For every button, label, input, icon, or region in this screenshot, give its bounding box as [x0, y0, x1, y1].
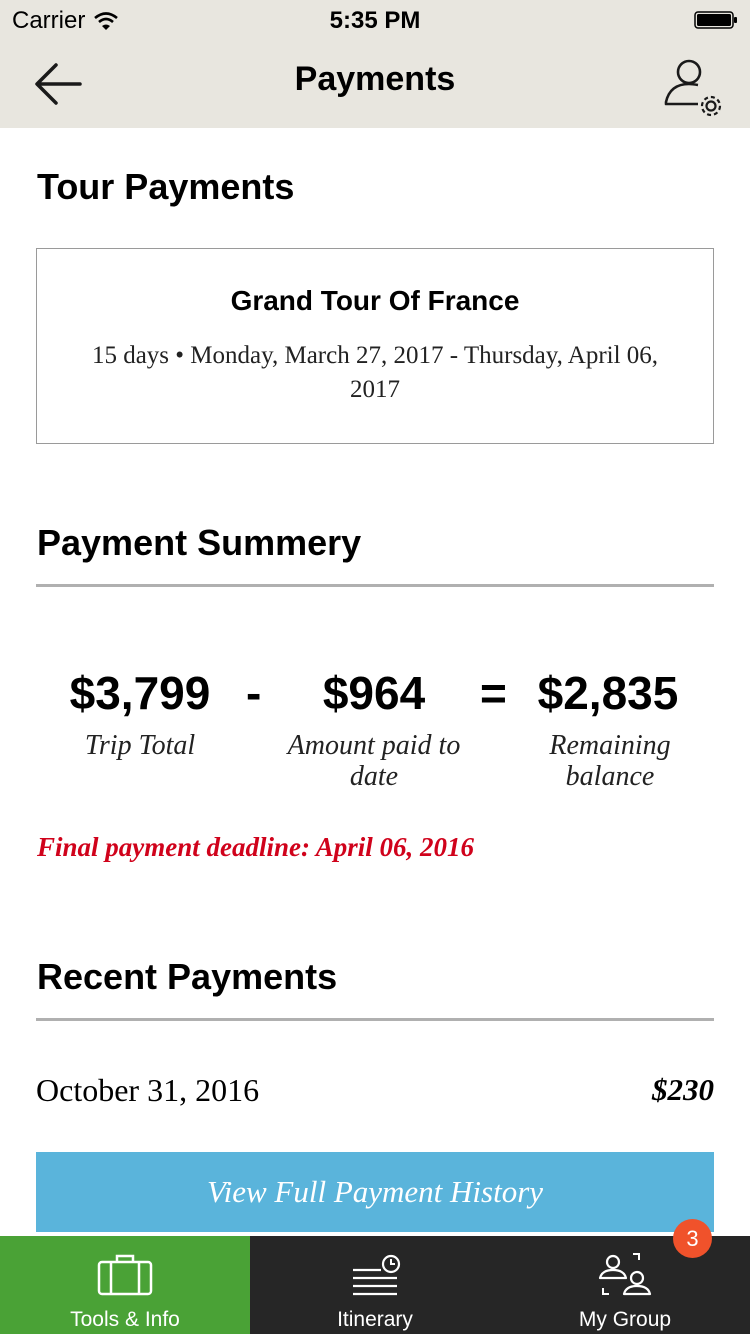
payment-summary-heading: Payment Summery: [37, 522, 362, 563]
tab-itinerary[interactable]: Itinerary: [250, 1236, 500, 1334]
user-settings-icon: [664, 59, 722, 117]
amount-paid-label: Amount paid to date: [287, 730, 461, 792]
summary-divider: [36, 584, 714, 587]
view-payment-history-button[interactable]: View Full Payment History: [36, 1152, 714, 1232]
recent-divider: [36, 1018, 714, 1021]
tab-bar: Tools & Info Itinerary My Group: [0, 1236, 750, 1334]
tab-my-group[interactable]: My Group: [500, 1236, 750, 1334]
status-time: 5:35 PM: [329, 7, 421, 34]
tab-tools-info-label: Tools & Info: [70, 1308, 180, 1331]
navigation-bar: Payments: [0, 40, 750, 128]
group-icon: [598, 1253, 652, 1296]
final-payment-deadline: Final payment deadline: April 06, 2016: [37, 832, 475, 862]
payment-row: October 31, 2016 $230: [36, 1072, 714, 1116]
tour-dates: 15 days • Monday, March 27, 2017 - Thurs…: [91, 342, 659, 403]
trip-total-amount: $3,799: [69, 667, 211, 719]
recent-payments-heading: Recent Payments: [37, 956, 338, 997]
page-title: Payments: [294, 60, 456, 98]
tab-tools-info[interactable]: Tools & Info: [0, 1236, 250, 1334]
tour-name: Grand Tour Of France: [230, 285, 520, 316]
status-bar: Carrier 5:35 PM: [0, 0, 750, 40]
payment-amount: $230: [652, 1072, 714, 1107]
tab-itinerary-label: Itinerary: [337, 1308, 413, 1331]
equals-sign: =: [480, 667, 507, 719]
group-notification-badge: 3: [673, 1219, 712, 1258]
payment-date: October 31, 2016: [36, 1072, 260, 1108]
remaining-balance-amount: $2,835: [537, 667, 679, 719]
battery-icon: [694, 11, 737, 29]
suitcase-icon: [97, 1254, 153, 1296]
minus-sign: -: [246, 667, 262, 719]
amount-paid: $964: [322, 667, 426, 719]
remaining-balance-label: Remaining balance: [549, 730, 671, 792]
tour-card: Grand Tour Of France 15 days • Monday, M…: [36, 248, 714, 444]
tab-my-group-label: My Group: [578, 1308, 672, 1331]
profile-settings-button[interactable]: [656, 50, 728, 122]
trip-total-label: Trip Total: [84, 730, 196, 761]
itinerary-clock-icon: [353, 1254, 401, 1296]
tour-payments-heading: Tour Payments: [37, 166, 295, 207]
